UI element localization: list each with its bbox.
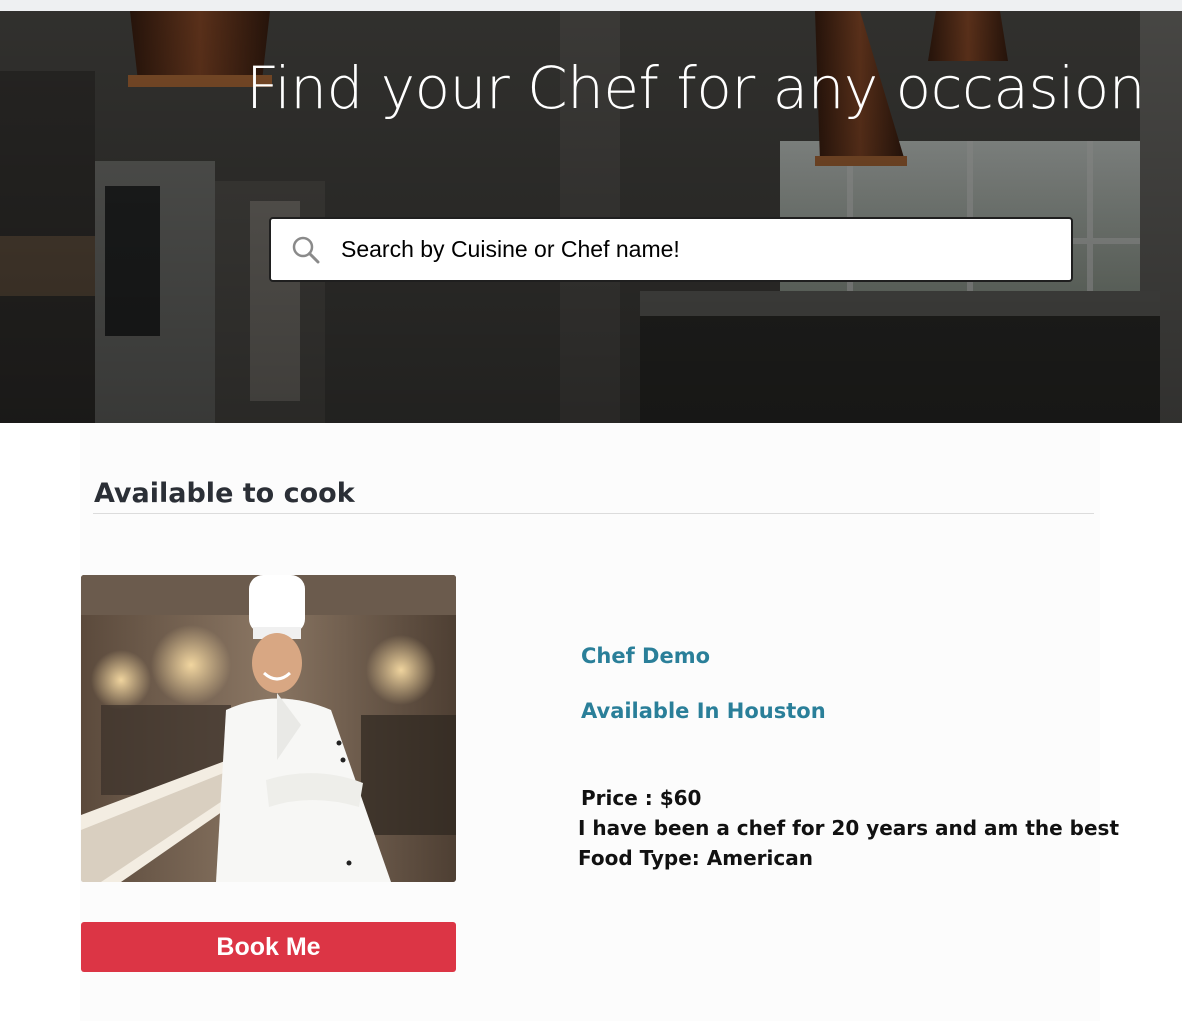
chef-listing-section: Available to cook Book Me Chef Demo Avai… (80, 423, 1119, 1021)
chef-location: Available In Houston (581, 699, 826, 723)
search-icon (292, 236, 320, 263)
search-input[interactable] (341, 236, 1071, 263)
browser-top-strip (0, 0, 1182, 11)
hero-title: Find your Chef for any occasion (246, 54, 1146, 122)
chef-bio: I have been a chef for 20 years and am t… (578, 816, 1120, 840)
search-bar[interactable] (269, 217, 1073, 282)
section-heading: Available to cook (94, 478, 355, 509)
chef-name[interactable]: Chef Demo (581, 644, 710, 668)
section-divider (93, 513, 1094, 514)
book-me-button[interactable]: Book Me (81, 922, 456, 972)
chef-food-type: Food Type: American (578, 846, 813, 870)
chef-price: Price : $60 (581, 786, 702, 810)
hero-banner: Find your Chef for any occasion (0, 11, 1182, 423)
chef-photo (81, 575, 456, 882)
